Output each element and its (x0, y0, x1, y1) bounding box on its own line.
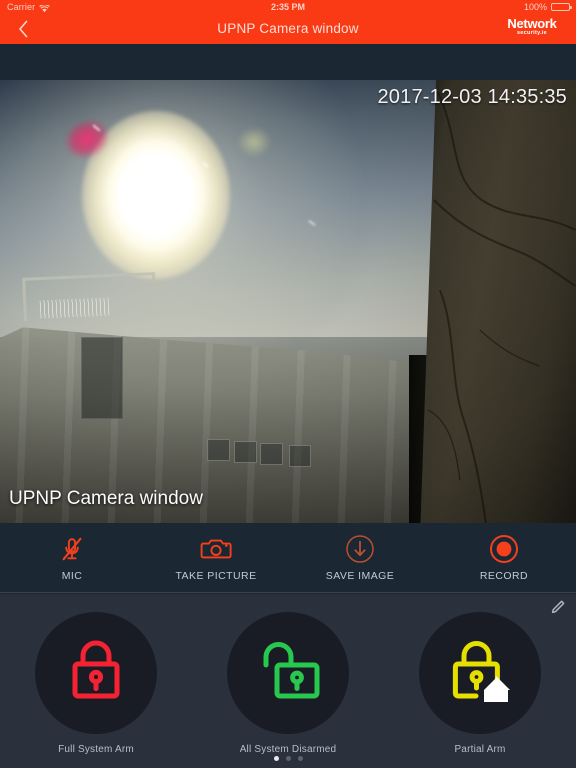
lock-home-icon (448, 638, 512, 709)
page-dot[interactable] (285, 756, 291, 761)
record-button[interactable]: RECORD (432, 523, 576, 592)
arm-mode-partial-arm[interactable]: Partial Arm (384, 612, 576, 755)
brand-tagline: security.ie (516, 30, 548, 36)
save-image-label: SAVE IMAGE (325, 569, 395, 582)
mic-label: MIC (61, 569, 83, 582)
lens-flare-yellow (239, 128, 270, 155)
window-pane (80, 336, 123, 419)
window-pane (289, 445, 311, 467)
window-pane (233, 441, 257, 463)
record-label: RECORD (479, 569, 529, 582)
arm-mode-label: All System Disarmed (239, 744, 337, 755)
arm-mode-label: Partial Arm (454, 744, 506, 755)
video-caption: UPNP Camera window (9, 488, 203, 509)
window-pane (260, 443, 284, 466)
window-pane (207, 438, 231, 461)
nav-bar: UPNP Camera window Network security.ie (0, 14, 576, 44)
brand-logo[interactable]: Network security.ie (496, 17, 568, 37)
roof-railing (39, 297, 110, 319)
video-scene (0, 80, 576, 523)
download-arrow-circle-icon (345, 534, 375, 564)
arm-mode-circle (227, 612, 349, 734)
upnp-camera-screen: Carrier 2:35 PM 100% UPNP Camera window … (0, 0, 576, 768)
arm-mode-panel: Full System Arm All System Disarmed Part… (0, 594, 576, 768)
arm-mode-all-system-disarmed[interactable]: All System Disarmed (192, 612, 384, 755)
status-bar-right: 100% (523, 0, 572, 14)
status-bar: Carrier 2:35 PM 100% (0, 0, 576, 14)
take-picture-label: TAKE PICTURE (175, 569, 257, 582)
video-timestamp: 2017-12-03 14:35:35 (377, 86, 567, 108)
arm-mode-label: Full System Arm (58, 744, 134, 755)
camera-video-feed[interactable]: 2017-12-03 14:35:35 UPNP Camera window (0, 80, 576, 523)
camera-icon (200, 534, 232, 564)
arm-mode-circle (419, 612, 541, 734)
near-wall-cracks (420, 80, 576, 523)
arm-mode-circle (35, 612, 157, 734)
mic-button[interactable]: MIC (0, 523, 144, 592)
page-title: UPNP Camera window (217, 21, 359, 36)
lock-closed-icon (65, 638, 127, 709)
status-bar-clock: 2:35 PM (270, 2, 305, 12)
arm-mode-row: Full System Arm All System Disarmed Part… (0, 612, 576, 755)
page-dot[interactable] (297, 756, 303, 761)
lock-open-icon (255, 638, 321, 709)
take-picture-button[interactable]: TAKE PICTURE (144, 523, 288, 592)
page-dot[interactable] (273, 756, 279, 761)
battery-full-icon (551, 3, 572, 11)
brand-name: Network (507, 16, 557, 31)
battery-percent-label: 100% (523, 2, 547, 12)
record-circle-icon (489, 534, 519, 564)
page-indicator[interactable] (0, 756, 576, 761)
arm-mode-full-system-arm[interactable]: Full System Arm (0, 612, 192, 755)
save-image-button[interactable]: SAVE IMAGE (288, 523, 432, 592)
camera-control-bar: MIC TAKE PICTURE SAVE IMAGE RECORD (0, 523, 576, 593)
microphone-muted-icon (57, 534, 87, 564)
